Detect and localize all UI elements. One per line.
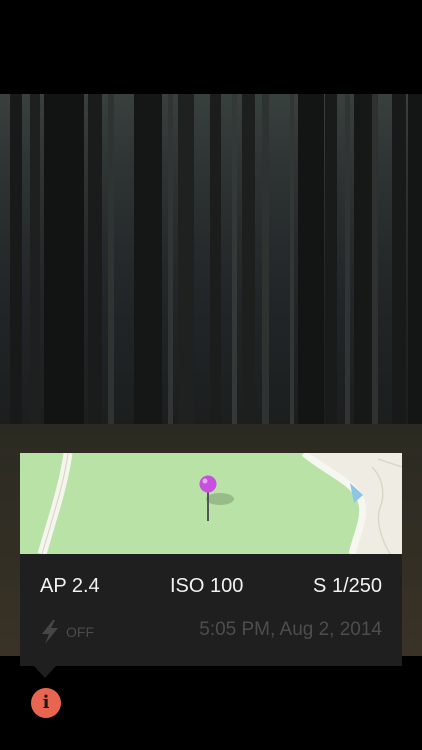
location-map[interactable] xyxy=(20,453,402,554)
photo-info-panel: AP 2.4 ISO 100 S 1/250 OFF 5:05 PM, Aug … xyxy=(20,453,402,666)
flash-icon xyxy=(39,619,61,650)
shutter-speed-value: S 1/250 xyxy=(313,575,382,597)
map-pin-icon xyxy=(199,475,217,493)
capture-datetime: 5:05 PM, Aug 2, 2014 xyxy=(199,619,382,640)
photo-meta: OFF 5:05 PM, Aug 2, 2014 xyxy=(20,613,402,659)
flash-status: OFF xyxy=(66,624,94,640)
iso-value: ISO 100 xyxy=(170,575,244,597)
aperture-value: AP 2.4 xyxy=(40,575,100,597)
info-button[interactable]: i xyxy=(31,688,61,718)
info-icon: i xyxy=(42,692,50,713)
panel-pointer xyxy=(34,666,56,678)
exif-details: AP 2.4 ISO 100 S 1/250 xyxy=(20,554,402,620)
map-illustration xyxy=(20,453,402,554)
